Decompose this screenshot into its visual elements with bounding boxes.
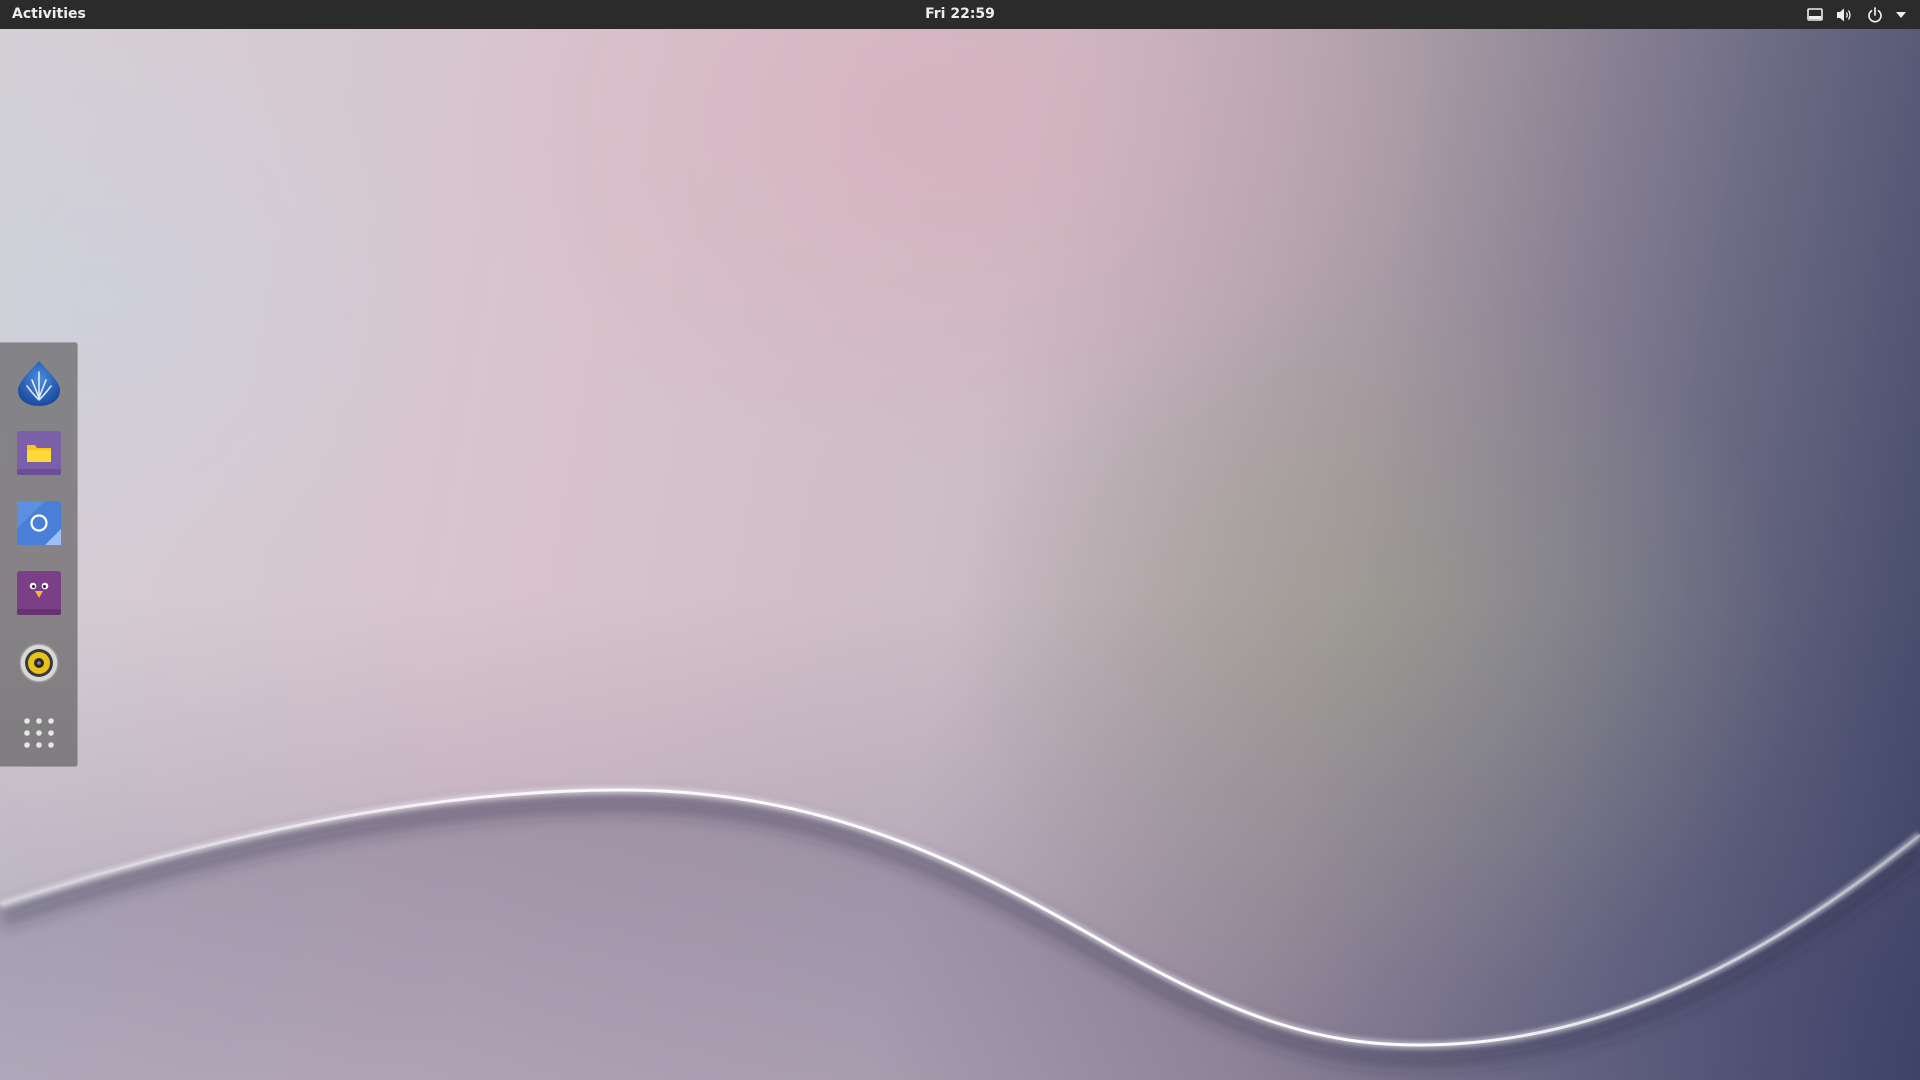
top-bar: Activities Fri 22:59 bbox=[0, 0, 1920, 29]
app-grid-icon bbox=[24, 718, 54, 748]
clock-button[interactable]: Fri 22:59 bbox=[925, 0, 995, 29]
screenshot-icon bbox=[17, 501, 61, 545]
dock-item-pidgin[interactable] bbox=[11, 565, 67, 621]
dock-item-falkon[interactable] bbox=[11, 355, 67, 411]
dock-item-screenshot[interactable] bbox=[11, 495, 67, 551]
speaker-icon bbox=[19, 643, 59, 683]
dock-item-music[interactable] bbox=[11, 635, 67, 691]
desktop-wallpaper bbox=[0, 0, 1920, 1080]
dock-item-files[interactable] bbox=[11, 425, 67, 481]
dash-dock bbox=[0, 342, 78, 767]
power-icon[interactable] bbox=[1866, 6, 1884, 24]
show-applications-button[interactable] bbox=[11, 705, 67, 761]
folder-icon bbox=[17, 431, 61, 475]
chevron-down-icon[interactable] bbox=[1896, 6, 1906, 24]
network-wired-icon[interactable] bbox=[1806, 6, 1824, 24]
volume-icon[interactable] bbox=[1836, 6, 1854, 24]
falkon-icon bbox=[18, 361, 60, 406]
wallpaper-wave bbox=[0, 785, 1920, 1080]
system-tray[interactable] bbox=[1806, 0, 1906, 29]
bird-chat-icon bbox=[17, 571, 61, 615]
activities-button[interactable]: Activities bbox=[0, 0, 98, 29]
